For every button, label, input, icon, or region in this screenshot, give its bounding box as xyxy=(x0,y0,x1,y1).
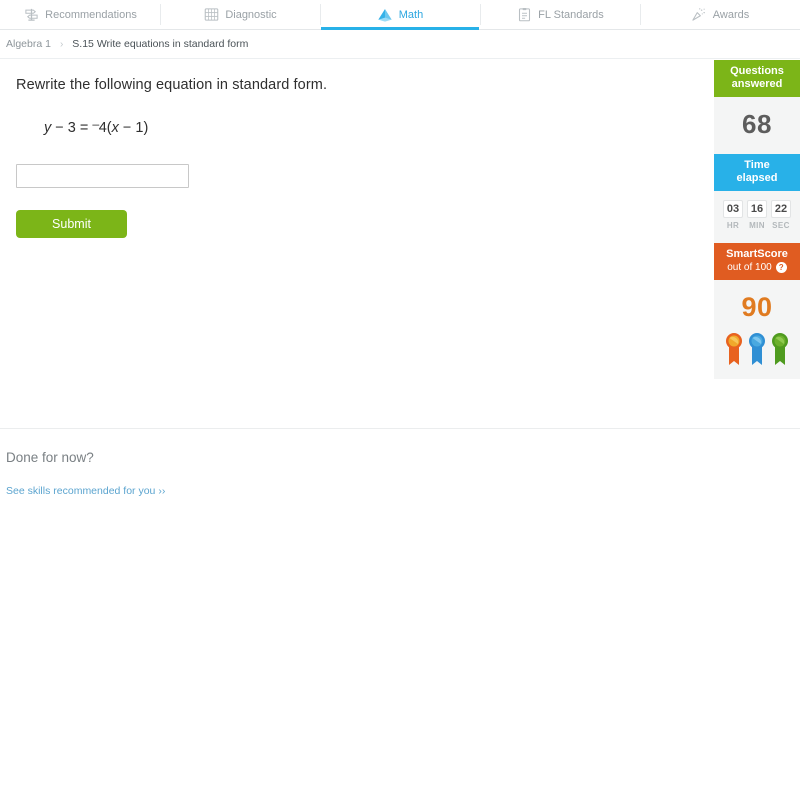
answer-input[interactable] xyxy=(16,164,189,189)
tab-recommendations[interactable]: Recommendations xyxy=(0,0,160,29)
section-divider xyxy=(0,428,800,429)
time-elapsed-header: Time elapsed xyxy=(714,154,800,191)
timer-hours: 03 HR xyxy=(723,200,743,230)
see-recommended-skills-link[interactable]: See skills recommended for you ›› xyxy=(6,485,165,497)
time-elapsed-header-line1: Time xyxy=(744,159,770,171)
award-ribbons xyxy=(714,329,800,367)
timer-seconds-label: SEC xyxy=(772,221,790,230)
equation-inner-variable: x xyxy=(111,120,119,137)
clipboard-icon xyxy=(516,7,532,23)
question-area: Rewrite the following equation in standa… xyxy=(0,59,800,239)
timer-minutes: 16 MIN xyxy=(747,200,767,230)
timer-seconds-value: 22 xyxy=(771,200,791,218)
timer-minutes-label: MIN xyxy=(749,221,765,230)
tab-awards-label: Awards xyxy=(712,8,750,21)
smartscore-subtitle: out of 100 xyxy=(727,262,772,273)
ribbon-icon-green xyxy=(772,333,788,365)
questions-answered-header-line1: Questions xyxy=(730,65,784,77)
tab-awards[interactable]: Awards xyxy=(640,0,800,29)
breadcrumb-skill: S.15 Write equations in standard form xyxy=(72,38,249,50)
party-popper-icon xyxy=(691,7,707,23)
tab-math[interactable]: Math xyxy=(320,0,480,30)
smartscore-header: SmartScore out of 100 ? xyxy=(714,243,800,280)
breadcrumb-separator-icon: › xyxy=(59,38,64,50)
ribbon-icon-blue xyxy=(749,333,765,365)
questions-answered-header: Questions answered xyxy=(714,60,800,97)
questions-answered-value: 68 xyxy=(742,109,772,139)
signpost-icon xyxy=(23,7,39,23)
timer-hours-label: HR xyxy=(726,221,740,230)
breadcrumb: Algebra 1 › S.15 Write equations in stan… xyxy=(0,30,800,59)
smartscore-subtitle-row: out of 100 ? xyxy=(727,261,787,274)
tab-fl-standards[interactable]: FL Standards xyxy=(480,0,640,29)
question-prompt: Rewrite the following equation in standa… xyxy=(16,77,328,93)
help-icon[interactable]: ? xyxy=(775,262,787,273)
equation-coefficient: 4( xyxy=(98,120,112,137)
smartscore-value: 90 xyxy=(741,292,773,322)
equation-display: y − 3 = –4(x − 1) xyxy=(44,117,800,136)
submit-button[interactable]: Submit xyxy=(16,210,127,239)
abacus-icon xyxy=(203,7,219,23)
timer-minutes-value: 16 xyxy=(747,200,767,218)
tab-recommendations-label: Recommendations xyxy=(45,8,137,21)
tab-math-label: Math xyxy=(398,8,424,21)
stats-panel: Questions answered 68 Time elapsed 03 HR… xyxy=(714,60,800,379)
done-for-now-title: Done for now? xyxy=(6,450,94,465)
timer-seconds: 22 SEC xyxy=(771,200,791,230)
questions-answered-header-line2: answered xyxy=(731,78,783,90)
time-elapsed-header-line2: elapsed xyxy=(736,172,778,184)
tab-diagnostic[interactable]: Diagnostic xyxy=(160,0,320,29)
pyramid-icon xyxy=(377,7,393,23)
timer-display: 03 HR 16 MIN 22 SEC xyxy=(714,191,800,230)
ribbon-icon-gold xyxy=(726,333,742,365)
equation-tail: − 1) xyxy=(118,120,149,137)
smartscore-title: SmartScore xyxy=(726,248,788,260)
main-navigation: Recommendations Diagnostic Math FL Stand… xyxy=(0,0,800,30)
timer-hours-value: 03 xyxy=(723,200,743,218)
tab-diagnostic-label: Diagnostic xyxy=(225,8,277,21)
tab-fl-standards-label: FL Standards xyxy=(538,8,604,21)
equation-lhs-text: − 3 = xyxy=(51,120,93,137)
breadcrumb-course[interactable]: Algebra 1 xyxy=(6,38,51,50)
